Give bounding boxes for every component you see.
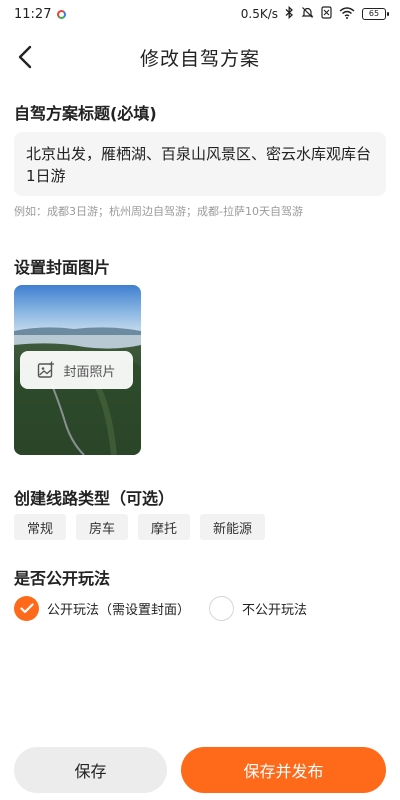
back-button[interactable] [10,42,40,72]
chevron-left-icon [18,45,32,69]
private-option-label: 不公开玩法 [242,603,308,618]
cover-photo-label: 封面照片 [63,364,116,380]
network-speed: 0.5K/s [240,7,278,21]
wifi-icon [339,6,355,22]
save-and-publish-button[interactable]: 保存并发布 [181,747,386,793]
route-type-rv[interactable]: 房车 [76,514,129,540]
app-notification-icon [57,9,67,19]
image-add-icon [38,361,55,378]
public-option-label: 公开玩法（需设置封面） [47,603,191,618]
cover-label: 设置封面图片 [14,258,111,277]
private-option[interactable]: 不公开玩法 [209,596,307,621]
plan-title-label: 自驾方案标题(必填) [14,104,157,123]
cover-photo-button[interactable]: 封面照片 [20,351,133,389]
route-type-new-energy[interactable]: 新能源 [200,514,266,540]
radio-unchecked-icon [209,596,234,621]
page-title: 修改自驾方案 [139,47,260,70]
bluetooth-icon [285,5,294,22]
cover-image[interactable]: 封面照片 [14,285,141,455]
route-type-label: 创建线路类型（可选） [14,489,175,508]
plan-title-input[interactable]: 北京出发，雁栖湖、百泉山风景区、密云水库观库台1日游 [14,132,386,196]
mute-icon [301,6,314,22]
page-header: 修改自驾方案 [0,28,400,86]
plan-title-example: 例如：成都3日游；杭州周边自驾游；成都-拉萨10天自驾游 [14,205,303,218]
route-type-motorcycle[interactable]: 摩托 [138,514,191,540]
status-bar: 11:27 0.5K/s 65 [0,0,400,28]
sim-off-icon [321,6,332,22]
public-label: 是否公开玩法 [14,569,111,588]
public-option[interactable]: 公开玩法（需设置封面） [14,596,190,621]
route-type-options: 常规 房车 摩托 新能源 [14,514,266,540]
route-type-regular[interactable]: 常规 [14,514,67,540]
battery-icon: 65 [362,8,389,20]
save-button[interactable]: 保存 [14,747,167,793]
radio-checked-icon [14,596,39,621]
status-time: 11:27 [14,6,52,22]
